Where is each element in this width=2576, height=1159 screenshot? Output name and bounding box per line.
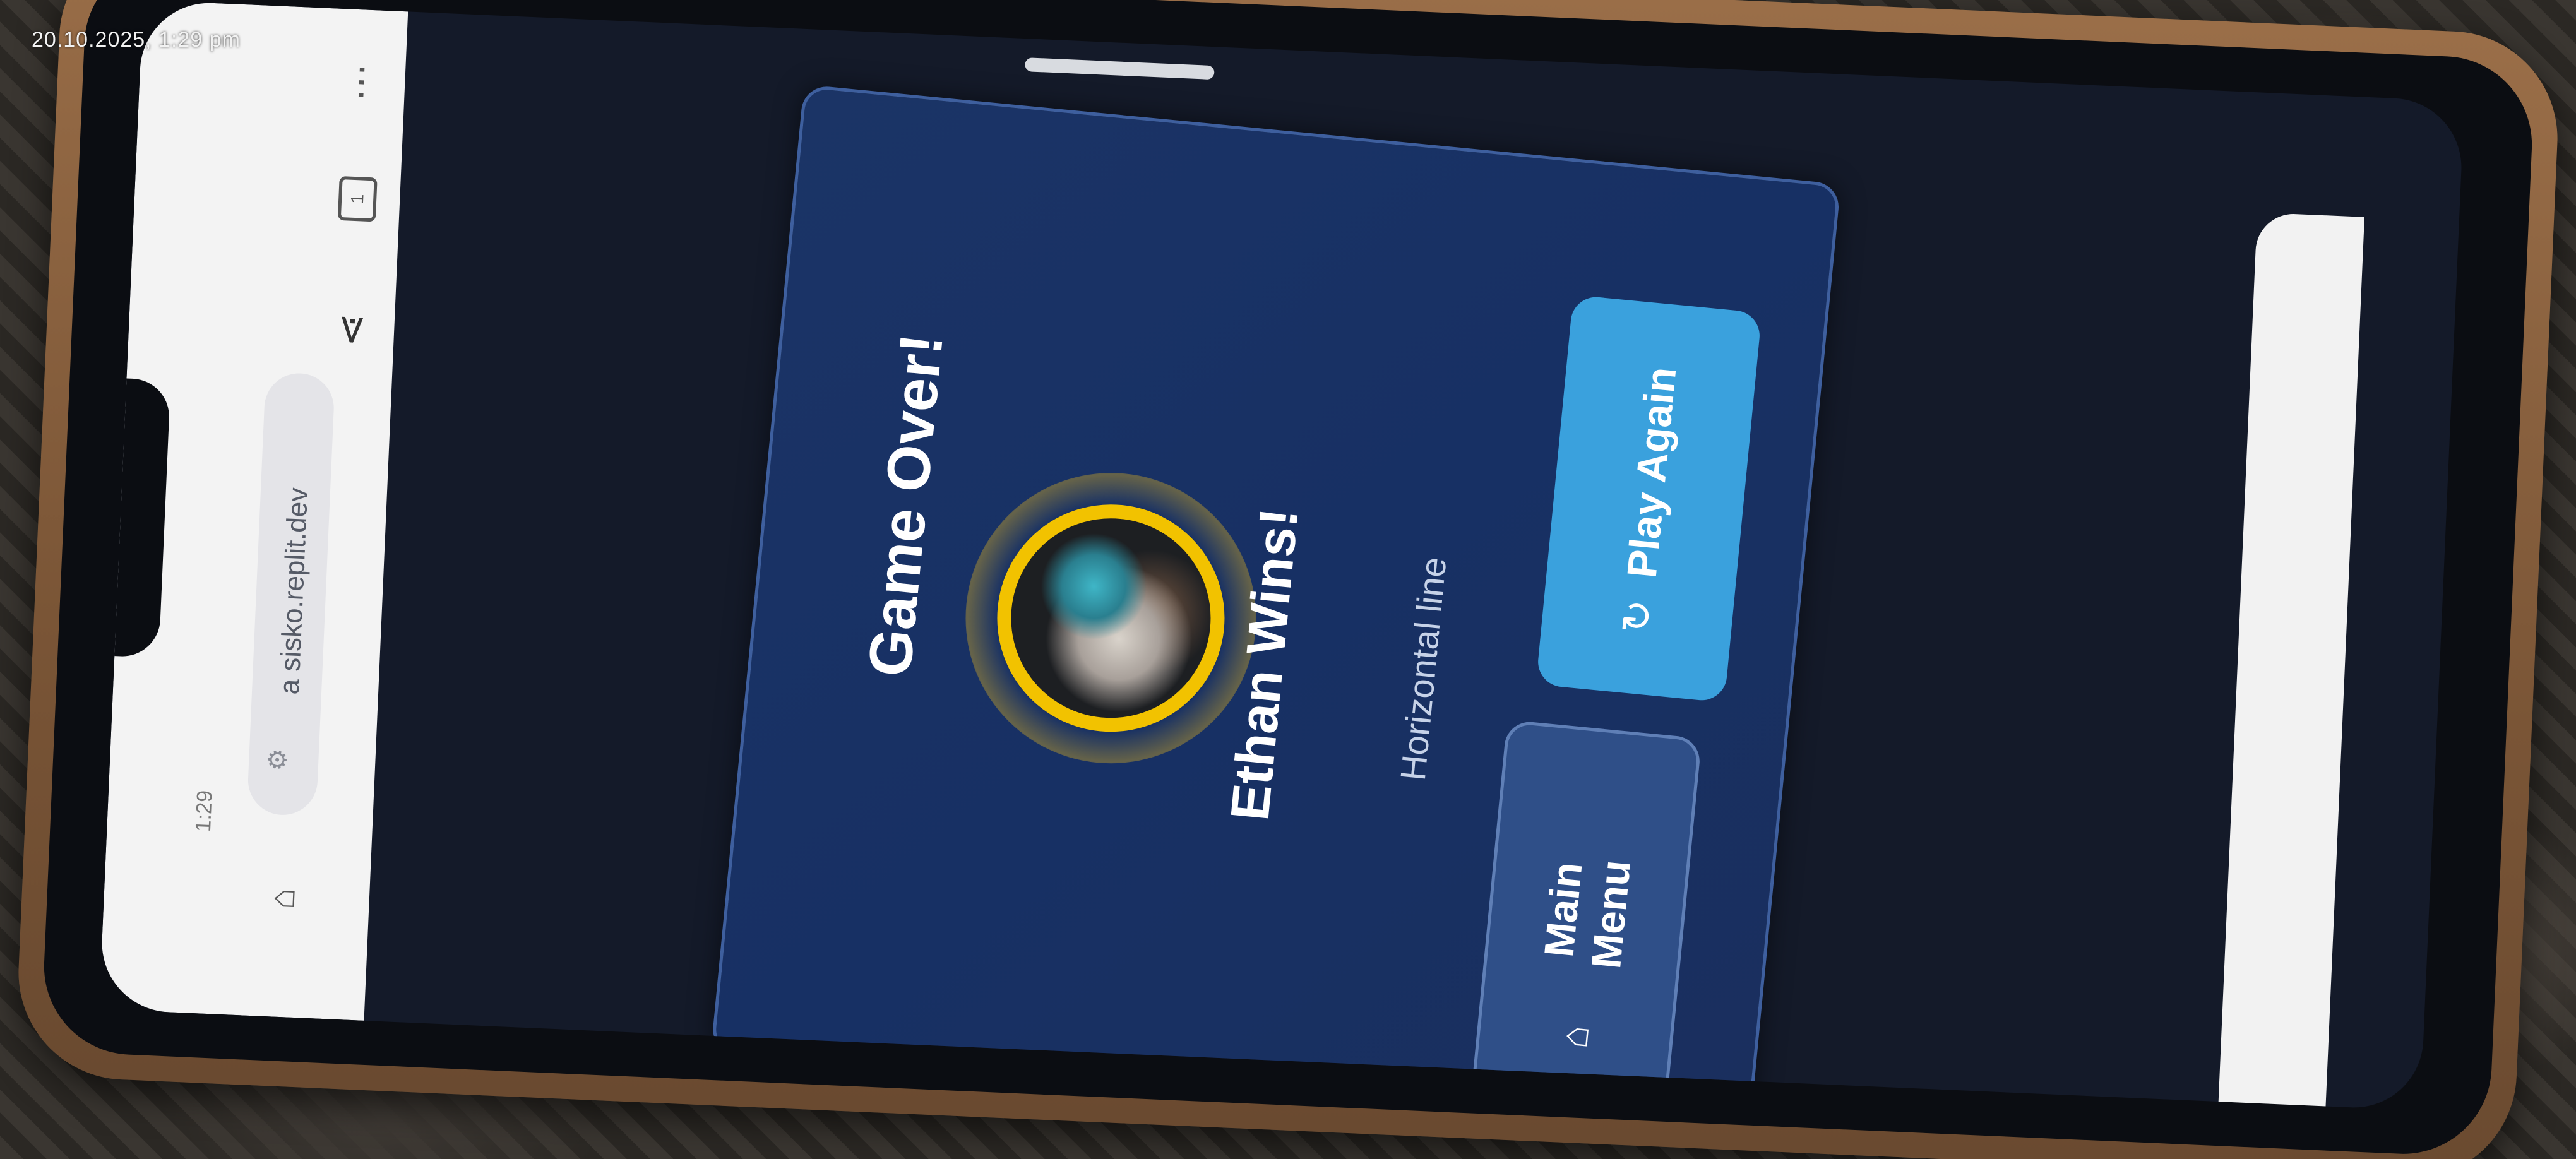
replay-icon: ↻ (1613, 597, 1662, 636)
share-icon[interactable]: ⋖ (326, 312, 375, 348)
status-time: 1:29 (191, 790, 217, 833)
address-bar[interactable]: ⚙ a sisko.replit.dev (246, 372, 336, 817)
site-info-icon[interactable]: ⚙ (263, 748, 294, 772)
navigation-bar: ☰ (2215, 212, 2365, 1111)
play-again-label: Play Again (1618, 364, 1685, 580)
phone-body: ⚙ a sisko.replit.dev ⌂ ⋖ 1 ⋯ 1:29 ☰ Game… (14, 0, 2562, 1159)
photo-timestamp: 20.10.2025, 1:29 pm (32, 28, 241, 52)
home-icon: ⌂ (1553, 1023, 1597, 1050)
dialog-title: Game Over! (856, 331, 956, 680)
home-icon[interactable]: ⌂ (261, 887, 302, 910)
win-condition-text: Horizontal line (1392, 555, 1454, 783)
game-over-dialog: Game Over! Ethan Wins! Horizontal line P… (710, 84, 1841, 1111)
sheet-drag-handle[interactable] (1025, 57, 1215, 80)
play-again-button[interactable]: Play Again ↻ (1535, 295, 1762, 703)
more-vertical-icon[interactable]: ⋯ (338, 62, 384, 102)
phone-screen: ⚙ a sisko.replit.dev ⌂ ⋖ 1 ⋯ 1:29 ☰ Game… (98, 0, 2465, 1111)
url-text[interactable]: a sisko.replit.dev (273, 458, 316, 725)
phone-bezel: ⚙ a sisko.replit.dev ⌂ ⋖ 1 ⋯ 1:29 ☰ Game… (40, 0, 2536, 1158)
tabs-icon[interactable]: 1 (337, 175, 378, 222)
photo-background: 20.10.2025, 1:29 pm ⚙ a sisko.replit.dev… (0, 0, 2576, 1159)
main-menu-button[interactable]: Main Menu ⌂ (1470, 720, 1702, 1111)
main-menu-label: Main Menu (1535, 857, 1640, 971)
